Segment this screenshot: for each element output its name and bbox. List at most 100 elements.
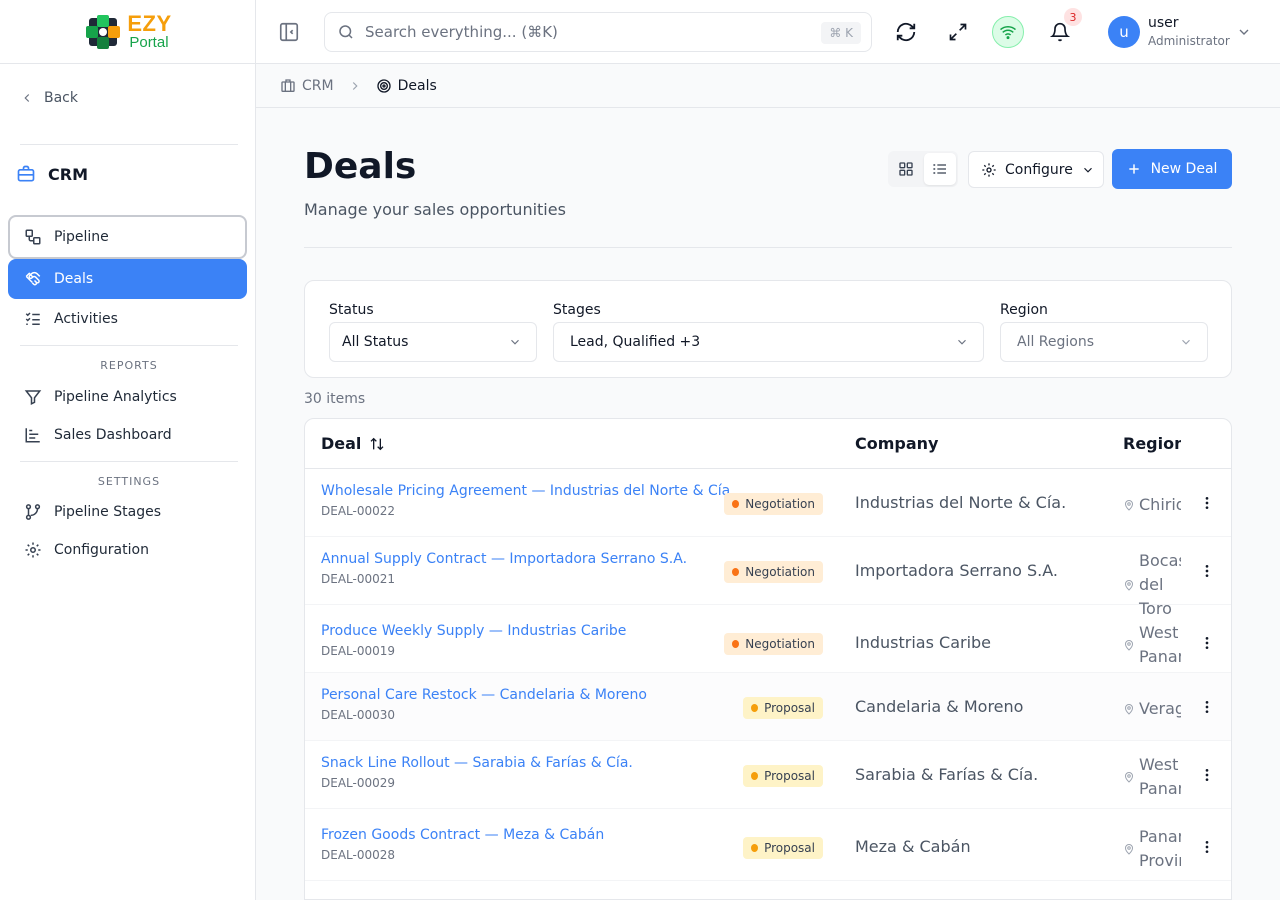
stage-label: Proposal: [764, 701, 815, 715]
more-actions-icon[interactable]: [1199, 767, 1215, 783]
column-header-company[interactable]: Company: [855, 434, 938, 453]
table-row[interactable]: Produce Weekly Supply — Industrias Carib…: [305, 605, 1231, 673]
back-link[interactable]: Back: [20, 90, 78, 106]
sidebar-item-pipeline-stages[interactable]: Pipeline Stages: [8, 492, 247, 532]
map-pin-icon: [1124, 580, 1134, 591]
region-cell: Panamá Province: [1123, 825, 1181, 873]
more-actions-icon[interactable]: [1199, 635, 1215, 651]
sidebar-item-deals[interactable]: Deals: [8, 259, 247, 299]
table-row[interactable]: Annual Supply Contract — Importadora Ser…: [305, 537, 1231, 618]
stage-label: Negotiation: [745, 497, 815, 511]
stage-dot: [732, 640, 740, 648]
company-name: Importadora Serrano S.A.: [855, 561, 1059, 580]
gear-icon: [982, 162, 996, 177]
stage-dot: [732, 568, 740, 576]
grid-view-button[interactable]: [890, 153, 922, 185]
deal-name-link[interactable]: Wholesale Pricing Agreement — Industrias…: [321, 483, 735, 499]
grid-icon: [899, 162, 913, 176]
stage-dot: [751, 772, 759, 780]
brand-line1: EZY: [127, 11, 172, 36]
sidebar-item-pipeline[interactable]: Pipeline: [8, 215, 247, 259]
chevron-down-icon: [1182, 339, 1190, 345]
more-actions-icon[interactable]: [1199, 699, 1215, 715]
region-filter-select[interactable]: All Regions: [1000, 322, 1208, 362]
column-header-deal[interactable]: Deal: [321, 434, 385, 453]
region-cell: Chiriquí: [1123, 493, 1181, 517]
configure-button[interactable]: Configure: [968, 151, 1104, 188]
sidebar-toggle-icon[interactable]: [278, 21, 300, 43]
map-pin-icon: [1124, 704, 1134, 715]
breadcrumb-crm[interactable]: CRM: [280, 78, 334, 94]
new-deal-label: New Deal: [1150, 161, 1218, 177]
fullscreen-button[interactable]: [942, 16, 974, 48]
configure-label: Configure: [1005, 161, 1073, 178]
deal-name-link[interactable]: Annual Supply Contract — Importadora Ser…: [321, 551, 687, 567]
sidebar-item-sales-dashboard[interactable]: Sales Dashboard: [8, 415, 247, 455]
deal-name-link[interactable]: Produce Weekly Supply — Industrias Carib…: [321, 623, 626, 639]
page-subtitle: Manage your sales opportunities: [304, 200, 566, 219]
avatar[interactable]: u: [1108, 16, 1140, 48]
region-name: West Panamá: [1139, 623, 1181, 666]
more-actions-icon[interactable]: [1199, 839, 1215, 855]
header-divider: [304, 247, 1232, 248]
table-row[interactable]: Wholesale Pricing Agreement — Industrias…: [305, 469, 1231, 537]
building-icon: [281, 78, 295, 92]
region-name: Chiriquí: [1139, 495, 1181, 514]
brand-logo[interactable]: EZY Portal: [83, 12, 171, 52]
region-name: Panamá Province: [1139, 827, 1181, 870]
sidebar-divider: [20, 461, 238, 462]
deal-name-link[interactable]: Personal Care Restock — Candelaria & Mor…: [321, 687, 647, 703]
status-filter-label: Status: [329, 302, 374, 318]
list-icon: [933, 164, 946, 174]
company-name: Sarabia & Farías & Cía.: [855, 765, 1039, 784]
bar-chart-icon: [25, 428, 40, 443]
column-header-label: Region: [1123, 434, 1181, 453]
status-filter-select[interactable]: All Status: [329, 322, 537, 362]
table-row[interactable]: Snack Line Rollout — Sarabia & Farías & …: [305, 741, 1231, 809]
gear-icon: [25, 542, 41, 558]
notification-badge: 3: [1064, 8, 1082, 26]
sidebar-item-label: Sales Dashboard: [54, 427, 172, 443]
search-input[interactable]: Search everything... (⌘K) ⌘ K: [324, 12, 872, 52]
sidebar-item-label: Activities: [54, 311, 118, 327]
more-actions-icon[interactable]: [1199, 495, 1215, 511]
table-row[interactable]: Frozen Goods Contract — Meza & Cabán DEAL…: [305, 809, 1231, 881]
brand-line2: Portal: [129, 34, 169, 51]
list-view-button[interactable]: [924, 153, 956, 185]
table-row[interactable]: Personal Care Restock — Candelaria & Mor…: [305, 673, 1231, 741]
column-header-region[interactable]: Region: [1123, 434, 1181, 453]
refresh-button[interactable]: [890, 16, 922, 48]
stages-filter-label: Stages: [553, 302, 601, 318]
deal-id: DEAL-00022: [321, 504, 396, 518]
region-filter-value: All Regions: [1017, 334, 1095, 350]
view-toggle: [888, 151, 958, 187]
stages-filter-select[interactable]: Lead, Qualified +3: [553, 322, 984, 362]
chevron-down-icon: [958, 339, 966, 345]
deal-name-link[interactable]: Snack Line Rollout — Sarabia & Farías & …: [321, 755, 633, 771]
sidebar-item-configuration[interactable]: Configuration: [8, 530, 247, 570]
more-actions-icon[interactable]: [1199, 563, 1215, 579]
sidebar-item-activities[interactable]: Activities: [8, 299, 247, 339]
user-name[interactable]: user: [1148, 15, 1179, 31]
sidebar-divider: [20, 144, 238, 145]
brand-text: EZY Portal: [127, 11, 172, 51]
stage-dot: [751, 704, 759, 712]
briefcase-icon: [17, 165, 35, 182]
company-name: Candelaria & Moreno: [855, 697, 1024, 716]
sidebar-item-pipeline-analytics[interactable]: Pipeline Analytics: [8, 377, 247, 417]
table-header: Deal Company Region: [305, 419, 1231, 469]
stage-label: Negotiation: [745, 637, 815, 651]
logo-area: EZY Portal: [0, 0, 255, 64]
pipeline-icon: [25, 229, 41, 245]
status-filter-value: All Status: [342, 334, 409, 350]
stage-label: Negotiation: [745, 565, 815, 579]
git-branch-icon: [25, 504, 41, 520]
connection-status[interactable]: [992, 16, 1024, 48]
chevron-down-icon[interactable]: [1236, 24, 1252, 40]
chevron-down-icon: [1083, 167, 1092, 173]
map-pin-icon: [1124, 500, 1134, 511]
new-deal-button[interactable]: New Deal: [1112, 149, 1232, 189]
deal-name-link[interactable]: Frozen Goods Contract — Meza & Cabán: [321, 827, 604, 843]
stage-badge: Proposal: [743, 837, 823, 859]
back-label: Back: [44, 90, 78, 106]
